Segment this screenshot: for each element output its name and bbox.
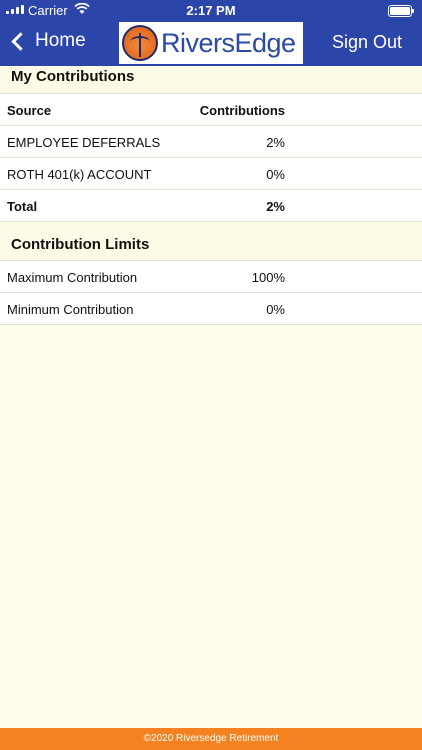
top-bar: Carrier 2:17 PM Home RiversEdge Sign Out <box>0 0 422 66</box>
table-total-row: Total 2% <box>0 190 422 222</box>
chevron-left-icon <box>11 31 30 51</box>
screen: Carrier 2:17 PM Home RiversEdge Sign Out <box>0 0 422 750</box>
back-home-button[interactable]: Home <box>10 30 86 52</box>
logo-text: RiversEdge <box>161 27 296 58</box>
table-row: Minimum Contribution 0% <box>0 293 422 325</box>
table-row: Maximum Contribution 100% <box>0 261 422 293</box>
limit-value: 0% <box>266 302 285 317</box>
contribution-limits-title: Contribution Limits <box>0 222 422 261</box>
table-row: EMPLOYEE DEFERRALS 2% <box>0 126 422 158</box>
table-row: ROTH 401(k) ACCOUNT 0% <box>0 158 422 190</box>
main-content: My Contributions Source Contributions EM… <box>0 66 422 325</box>
row-value: 2% <box>266 135 285 150</box>
row-source: ROTH 401(k) ACCOUNT <box>7 167 152 182</box>
limit-label: Minimum Contribution <box>7 302 134 317</box>
limit-value: 100% <box>251 270 285 285</box>
total-label: Total <box>7 199 38 214</box>
nav-bar: Home RiversEdge Sign Out <box>0 20 422 66</box>
riversedge-logo: RiversEdge <box>119 22 303 64</box>
battery-icon <box>388 5 414 17</box>
total-value: 2% <box>266 199 285 214</box>
limit-label: Maximum Contribution <box>7 270 138 285</box>
logo-icon <box>122 25 158 61</box>
header-source: Source <box>7 103 52 118</box>
contributions-table-header: Source Contributions <box>0 94 422 126</box>
my-contributions-title: My Contributions <box>0 66 422 94</box>
status-time: 2:17 PM <box>186 3 236 18</box>
back-label: Home <box>35 30 86 51</box>
footer-copyright: ©2020 Riversedge Retirement <box>0 728 422 750</box>
status-bar: Carrier 2:17 PM <box>0 0 422 20</box>
row-value: 0% <box>266 167 285 182</box>
sign-out-button[interactable]: Sign Out <box>332 32 402 53</box>
row-source: EMPLOYEE DEFERRALS <box>7 135 161 150</box>
header-contributions: Contributions <box>199 103 285 118</box>
